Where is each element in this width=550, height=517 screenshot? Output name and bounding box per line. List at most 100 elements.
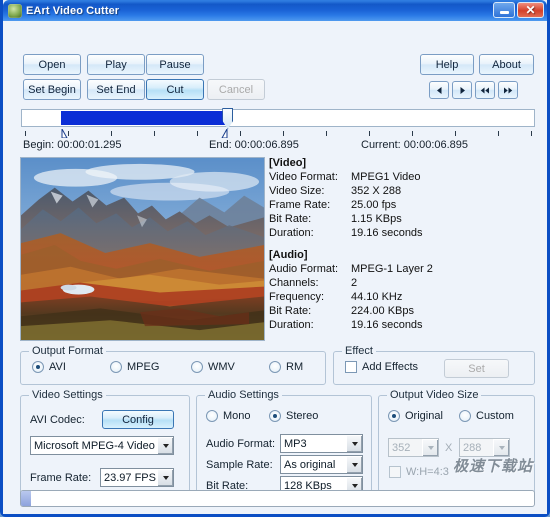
radio-avi[interactable]: AVI <box>32 361 66 373</box>
progress-bar <box>20 490 535 507</box>
info-key: Duration: <box>269 319 314 331</box>
radio-original[interactable]: Original <box>388 410 443 422</box>
timeline-thumb[interactable] <box>222 108 234 129</box>
frame-rate-label: Frame Rate: <box>30 472 92 484</box>
chevron-down-icon <box>422 439 438 456</box>
play-button[interactable]: Play <box>87 54 145 75</box>
info-row: Video Format: MPEG1 Video <box>269 170 535 184</box>
info-key: Channels: <box>269 277 319 289</box>
set-begin-button[interactable]: Set Begin <box>23 79 81 100</box>
radio-wmv[interactable]: WMV <box>191 361 235 373</box>
radio-label: Mono <box>223 410 251 422</box>
output-height-value: 288 <box>463 441 482 454</box>
aspect-ratio-checkbox: W:H=4:3 <box>389 466 449 478</box>
sample-rate-value: As original <box>284 458 336 471</box>
timeline-selection <box>60 111 228 125</box>
info-row: Frequency: 44.10 KHz <box>269 290 535 304</box>
title-bar[interactable]: EArt Video Cutter ✕ <box>3 0 547 21</box>
timeline-track[interactable] <box>21 108 535 129</box>
output-width-value: 352 <box>392 441 411 454</box>
avi-codec-value: Microsoft MPEG-4 Video Codec <box>34 439 157 452</box>
close-icon: ✕ <box>525 3 536 17</box>
chevron-down-icon[interactable] <box>157 469 173 486</box>
info-row: Frame Rate: 25.00 fps <box>269 198 535 212</box>
fast-forward-icon[interactable] <box>498 81 518 99</box>
codec-config-button[interactable]: Config <box>102 410 174 429</box>
chevron-down-icon[interactable] <box>346 435 362 452</box>
info-value: 25.00 fps <box>351 199 397 211</box>
client-area: Open Play Pause Help About Set Begin Set… <box>3 21 547 514</box>
add-effects-checkbox[interactable]: Add Effects <box>345 361 418 373</box>
info-row: Bit Rate: 1.15 KBps <box>269 212 535 226</box>
info-row: Audio Format: MPEG-1 Layer 2 <box>269 262 535 276</box>
step-forward-icon[interactable] <box>452 81 472 99</box>
radio-label: AVI <box>49 361 66 373</box>
radio-mono[interactable]: Mono <box>206 410 251 422</box>
radio-label: WMV <box>208 361 235 373</box>
chevron-down-icon[interactable] <box>346 456 362 473</box>
info-value: 224.00 KBps <box>351 305 414 317</box>
rewind-icon[interactable] <box>475 81 495 99</box>
radio-mpeg[interactable]: MPEG <box>110 361 159 373</box>
radio-dot-icon <box>269 410 281 422</box>
info-row: Channels: 2 <box>269 276 535 290</box>
output-size-title: Output Video Size <box>387 389 482 401</box>
info-row: Duration: 19.16 seconds <box>269 226 535 240</box>
about-button[interactable]: About <box>479 54 534 75</box>
avi-codec-combo[interactable]: Microsoft MPEG-4 Video Codec <box>30 436 174 455</box>
audio-info-heading: [Audio] <box>269 249 308 261</box>
audio-settings-title: Audio Settings <box>205 389 282 401</box>
timeline-ticks <box>21 129 535 138</box>
video-settings-title: Video Settings <box>29 389 106 401</box>
cancel-button: Cancel <box>207 79 265 100</box>
end-time-label: End: 00:00:06.895 <box>209 139 299 151</box>
sample-rate-combo[interactable]: As original <box>280 455 363 474</box>
add-effects-label: Add Effects <box>362 361 419 373</box>
chevron-down-icon[interactable] <box>157 437 173 454</box>
radio-stereo[interactable]: Stereo <box>269 410 318 422</box>
video-preview[interactable] <box>20 157 265 341</box>
sample-rate-label: Sample Rate: <box>206 459 273 471</box>
avi-codec-label: AVI Codec: <box>30 414 85 426</box>
begin-time-label: Begin: 00:00:01.295 <box>23 139 122 151</box>
step-back-icon[interactable] <box>429 81 449 99</box>
info-value: 1.15 KBps <box>351 213 402 225</box>
frame-rate-combo[interactable]: 23.97 FPS <box>100 468 174 487</box>
info-value: 2 <box>351 277 358 289</box>
radio-rm[interactable]: RM <box>269 361 303 373</box>
audio-settings-group: Audio Settings Mono Stereo Audio Format:… <box>196 389 372 499</box>
audio-format-value: MP3 <box>284 437 307 450</box>
info-value: MPEG1 Video <box>351 171 421 183</box>
radio-custom[interactable]: Custom <box>459 410 514 422</box>
radio-label: RM <box>286 361 304 373</box>
info-value: 44.10 KHz <box>351 291 403 303</box>
radio-dot-icon <box>191 361 203 373</box>
set-end-button[interactable]: Set End <box>87 79 145 100</box>
radio-dot-icon <box>388 410 400 422</box>
info-key: Video Format: <box>269 171 338 183</box>
pause-button[interactable]: Pause <box>146 54 204 75</box>
output-width-combo: 352 <box>388 438 439 457</box>
info-key: Audio Format: <box>269 263 339 275</box>
video-info-heading: [Video] <box>269 157 307 169</box>
current-time-label: Current: 00:00:06.895 <box>361 139 469 151</box>
video-settings-group: Video Settings AVI Codec: Config Microso… <box>20 389 190 499</box>
info-key: Bit Rate: <box>269 213 312 225</box>
help-button[interactable]: Help <box>420 54 474 75</box>
audio-format-combo[interactable]: MP3 <box>280 434 363 453</box>
effect-set-button: Set <box>444 359 509 378</box>
output-format-group: Output Format AVI MPEG WMV RM <box>20 345 326 385</box>
radio-dot-icon <box>32 361 44 373</box>
close-button[interactable]: ✕ <box>517 2 544 18</box>
info-key: Frequency: <box>269 291 325 303</box>
end-marker-icon <box>221 129 228 138</box>
cut-button[interactable]: Cut <box>146 79 204 100</box>
transport-controls <box>429 81 518 99</box>
minimize-button[interactable] <box>493 2 515 18</box>
frame-rate-value: 23.97 FPS <box>104 471 156 484</box>
radio-label: Custom <box>476 410 514 422</box>
media-info-pane: [Video] Video Format: MPEG1 Video Video S… <box>269 157 535 341</box>
open-button[interactable]: Open <box>23 54 81 75</box>
info-key: Video Size: <box>269 185 325 197</box>
checkbox-icon <box>345 361 357 373</box>
